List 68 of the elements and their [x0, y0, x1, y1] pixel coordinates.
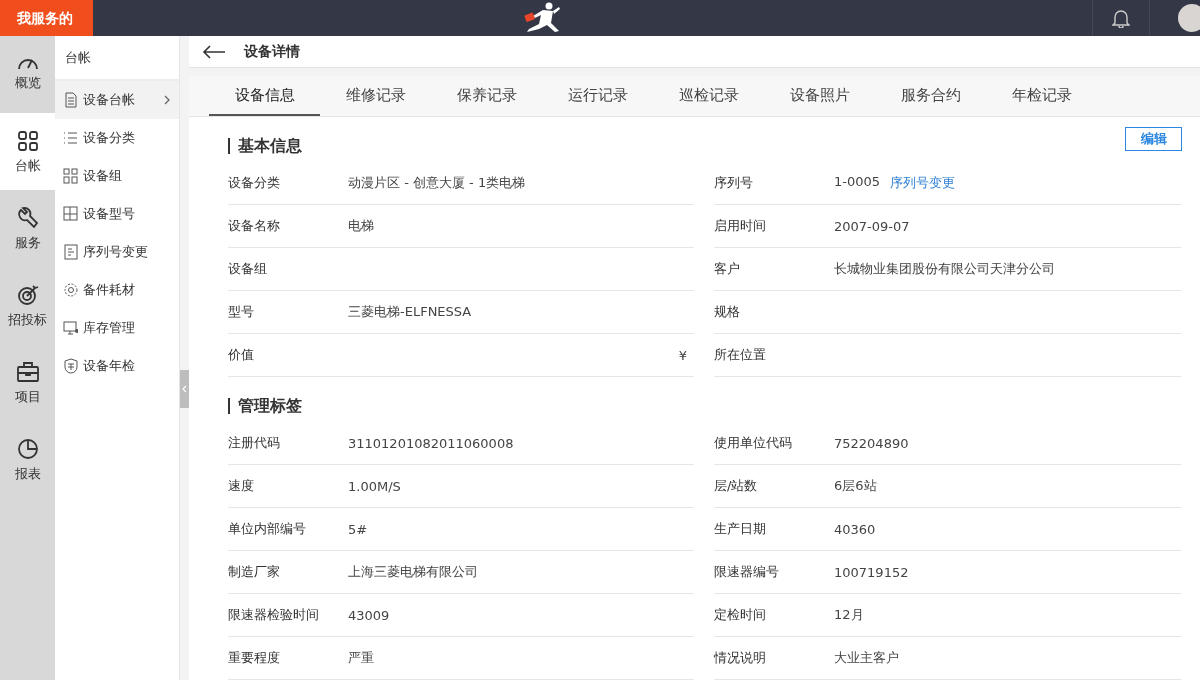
nav-rail-item[interactable]: 报表 [0, 421, 55, 498]
field-value: 12月 [834, 606, 864, 624]
field-label: 层/站数 [714, 477, 759, 495]
field-label: 价值 [228, 346, 255, 364]
field-value: 5# [348, 521, 368, 537]
tab[interactable]: 巡检记录 [653, 76, 764, 116]
field-value: 1-0005 [834, 174, 881, 191]
sidebar-item[interactable]: 设备台帐 [55, 81, 179, 119]
section-title: 管理标签 [228, 398, 302, 414]
field-value: 上海三菱电梯有限公司 [348, 563, 478, 581]
sidebar-item[interactable]: 设备年检 [55, 347, 179, 385]
field-label: 重要程度 [228, 649, 281, 667]
field-value: 严重 [348, 649, 374, 667]
field-value: 752204890 [834, 435, 909, 451]
field-label: 单位内部编号 [228, 520, 307, 538]
currency-unit: ¥ [678, 347, 687, 363]
field-label: 生产日期 [714, 520, 767, 538]
sidebar-item[interactable]: 库存管理 [55, 309, 179, 347]
field-value: 动漫片区 - 创意大厦 - 1类电梯 [348, 174, 526, 192]
field-label: 情况说明 [714, 649, 767, 667]
tab[interactable]: 维修记录 [320, 76, 431, 116]
field-label: 所在位置 [714, 346, 767, 364]
tab[interactable]: 服务合约 [875, 76, 986, 116]
field-label: 使用单位代码 [714, 434, 793, 452]
field-label: 设备组 [228, 260, 268, 278]
serial-change-link[interactable]: 序列号变更 [890, 174, 956, 192]
tab[interactable]: 运行记录 [542, 76, 653, 116]
tab[interactable]: 保养记录 [431, 76, 542, 116]
field-label: 型号 [228, 303, 255, 321]
field-label: 序列号 [714, 174, 754, 192]
field-label: 限速器检验时间 [228, 606, 320, 624]
nav-rail-item[interactable]: 概览 [0, 36, 55, 113]
tab[interactable]: 年检记录 [986, 76, 1097, 116]
field-value: 大业主客户 [834, 649, 899, 667]
tab[interactable]: 设备照片 [764, 76, 875, 116]
field-value: 43009 [348, 607, 390, 623]
sidebar-item[interactable]: 设备型号 [55, 195, 179, 233]
section-title: 基本信息 [228, 138, 302, 154]
field-value: 三菱电梯-ELFNESSA [348, 303, 472, 321]
nav-rail-item[interactable]: 台帐 [0, 113, 55, 190]
field-label: 设备分类 [228, 174, 281, 192]
field-label: 注册代码 [228, 434, 281, 452]
sidebar-item[interactable]: 备件耗材 [55, 271, 179, 309]
field-value: 电梯 [348, 217, 374, 235]
field-value: 1.00M/S [348, 478, 401, 494]
field-value: 长城物业集团股份有限公司天津分公司 [834, 260, 1055, 278]
field-label: 速度 [228, 477, 255, 495]
field-label: 限速器编号 [714, 563, 780, 581]
nav-rail-item[interactable]: 招投标 [0, 267, 55, 344]
edit-button[interactable]: 编辑 [1125, 127, 1182, 151]
sidebar-item[interactable]: 设备组 [55, 157, 179, 195]
field-value: 40360 [834, 521, 876, 537]
field-value: 6层6站 [834, 477, 877, 495]
nav-rail-item[interactable]: 项目 [0, 344, 55, 421]
page-title: 设备详情 [244, 42, 300, 61]
field-label: 定检时间 [714, 606, 767, 624]
brand-label: 我服务的 [0, 0, 93, 36]
field-label: 规格 [714, 303, 741, 321]
field-label: 客户 [714, 260, 741, 278]
field-label: 制造厂家 [228, 563, 281, 581]
nav-rail-item[interactable]: 服务 [0, 190, 55, 267]
field-label: 启用时间 [714, 217, 767, 235]
sidebar-item[interactable]: 设备分类 [55, 119, 179, 157]
field-value: 100719152 [834, 564, 909, 580]
field-label: 设备名称 [228, 217, 281, 235]
field-value: 2007-09-07 [834, 218, 910, 234]
sidebar-item[interactable]: 序列号变更 [55, 233, 179, 271]
field-value: 31101201082011060008 [348, 435, 514, 451]
